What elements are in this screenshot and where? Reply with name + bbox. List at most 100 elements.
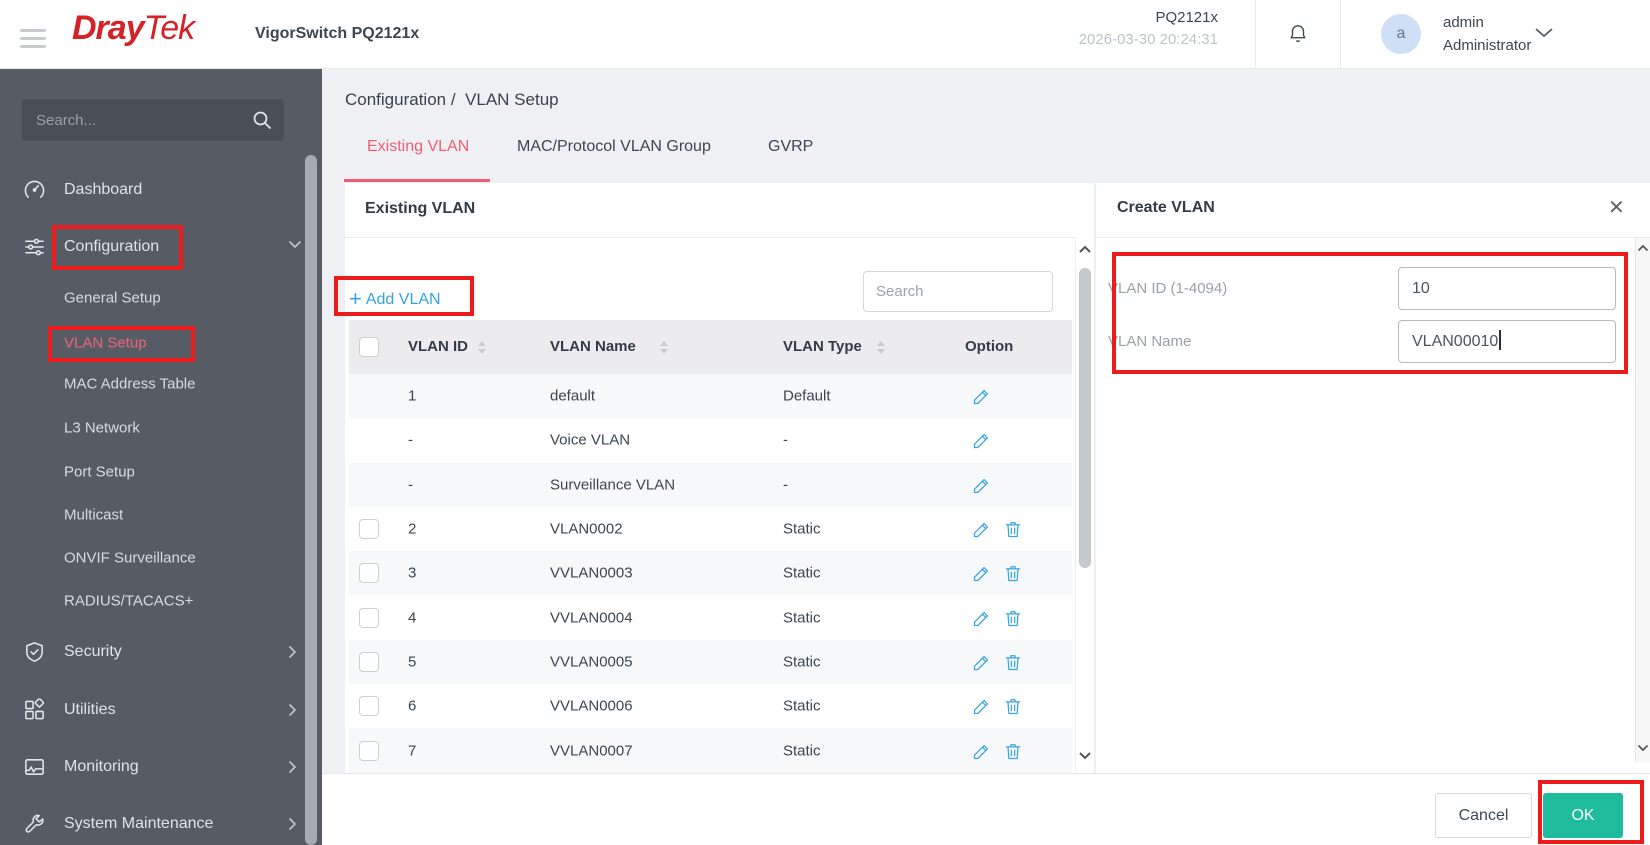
cell-vlan-type: Static — [783, 653, 821, 671]
plus-icon: + — [349, 286, 362, 311]
sort-icon[interactable] — [660, 341, 668, 354]
delete-trash-icon[interactable] — [1003, 741, 1023, 761]
configuration-icon — [23, 236, 46, 259]
column-header-vlan-id[interactable]: VLAN ID — [408, 320, 468, 374]
vlan-name-field[interactable]: VLAN00010 — [1398, 320, 1616, 363]
security-icon — [23, 641, 46, 664]
sidebar-item-security[interactable]: Security — [0, 630, 322, 674]
scroll-up-icon[interactable] — [1637, 244, 1649, 256]
cell-vlan-type: - — [783, 476, 788, 494]
sidebar-search-input[interactable] — [22, 99, 284, 141]
tab-mac-protocol-vlan-group[interactable]: MAC/Protocol VLAN Group — [517, 138, 711, 156]
sidebar-item-dashboard[interactable]: Dashboard — [0, 168, 322, 212]
row-checkbox[interactable] — [359, 696, 379, 717]
delete-trash-icon[interactable] — [1003, 652, 1023, 672]
notification-bell-icon[interactable] — [1287, 22, 1309, 46]
delete-trash-icon[interactable] — [1003, 563, 1023, 583]
sidebar-item-monitoring[interactable]: Monitoring — [0, 745, 322, 789]
sidebar-item-system-maintenance[interactable]: System Maintenance — [0, 802, 322, 845]
cell-vlan-id: - — [408, 476, 413, 494]
cell-vlan-id: 6 — [408, 697, 417, 715]
sidebar-item-port-setup[interactable]: Port Setup — [0, 450, 322, 494]
avatar[interactable]: a — [1381, 14, 1421, 54]
sidebar-item-label: Configuration — [64, 238, 160, 255]
sidebar-item-radius-tacacs-[interactable]: RADIUS/TACACS+ — [0, 579, 322, 623]
cell-vlan-id: 7 — [408, 742, 417, 760]
sidebar-item-l3-network[interactable]: L3 Network — [0, 406, 322, 450]
breadcrumb-section[interactable]: Configuration — [345, 90, 446, 109]
sidebar-item-label: ONVIF Surveillance — [64, 549, 196, 567]
cancel-button[interactable]: Cancel — [1435, 793, 1532, 838]
vlan-name-label: VLAN Name — [1108, 333, 1192, 350]
table-search-input[interactable] — [863, 271, 1053, 312]
column-header-vlan-name[interactable]: VLAN Name — [550, 320, 636, 374]
cell-vlan-name: VVLAN0007 — [550, 742, 633, 760]
vlan-name-value: VLAN00010 — [1412, 333, 1499, 350]
column-header-option: Option — [965, 338, 1014, 355]
edit-pencil-icon[interactable] — [972, 519, 992, 539]
tab-existing-vlan[interactable]: Existing VLAN — [367, 138, 469, 156]
delete-trash-icon[interactable] — [1003, 519, 1023, 539]
ok-button[interactable]: OK — [1543, 793, 1623, 838]
table-row: 6 VVLAN0006 Static — [349, 684, 1072, 728]
table-scrollbar-thumb[interactable] — [1079, 268, 1091, 568]
hamburger-menu-icon[interactable] — [20, 24, 46, 53]
close-icon[interactable]: ✕ — [1608, 195, 1625, 220]
table-row: - Surveillance VLAN - — [349, 462, 1072, 507]
row-checkbox[interactable] — [359, 519, 379, 540]
logo-tek: Tek — [143, 9, 196, 47]
breadcrumb: Configuration / VLAN Setup — [345, 90, 559, 110]
edit-pencil-icon[interactable] — [972, 430, 992, 450]
chevron-right-icon — [288, 645, 302, 659]
table-scrollbar[interactable] — [1075, 237, 1094, 773]
active-tab-underline — [344, 179, 490, 182]
edit-pencil-icon[interactable] — [972, 741, 992, 761]
delete-trash-icon[interactable] — [1003, 608, 1023, 628]
cell-vlan-type: Static — [783, 564, 821, 582]
row-checkbox[interactable] — [359, 607, 379, 628]
sidebar-item-label: Dashboard — [64, 181, 143, 198]
cell-vlan-type: - — [783, 431, 788, 449]
tab-gvrp[interactable]: GVRP — [768, 138, 813, 156]
cell-vlan-type: Static — [783, 609, 821, 627]
sort-icon[interactable] — [478, 341, 486, 354]
cell-vlan-name: VLAN0002 — [550, 520, 623, 538]
sidebar-item-onvif-surveillance[interactable]: ONVIF Surveillance — [0, 536, 322, 580]
table-row: 1 default Default — [349, 374, 1072, 419]
vigorswitch-admin-page: DrayTek VigorSwitch PQ2121x PQ2121x 2026… — [0, 0, 1650, 845]
cell-vlan-type: Static — [783, 520, 821, 538]
drawer-scrollbar[interactable] — [1635, 238, 1650, 762]
select-all-checkbox[interactable] — [359, 337, 379, 357]
scroll-up-icon[interactable] — [1078, 245, 1092, 259]
sidebar-item-mac-address-table[interactable]: MAC Address Table — [0, 362, 322, 406]
sidebar-scrollbar-thumb[interactable] — [305, 155, 317, 845]
sidebar-item-configuration[interactable]: Configuration — [0, 225, 322, 269]
edit-pencil-icon[interactable] — [972, 386, 992, 406]
row-checkbox[interactable] — [359, 651, 379, 672]
add-vlan-button[interactable]: + Add VLAN — [349, 279, 441, 319]
row-checkbox[interactable] — [359, 740, 379, 761]
scroll-down-icon[interactable] — [1078, 751, 1092, 765]
user-menu-chevron-down-icon[interactable] — [1535, 28, 1553, 38]
table-row: 5 VVLAN0005 Static — [349, 639, 1072, 685]
edit-pencil-icon[interactable] — [972, 563, 992, 583]
cell-vlan-type: Static — [783, 697, 821, 715]
cell-vlan-id: 4 — [408, 609, 417, 627]
sidebar-item-utilities[interactable]: Utilities — [0, 688, 322, 732]
row-checkbox[interactable] — [359, 563, 379, 584]
maintenance-icon — [23, 813, 46, 836]
edit-pencil-icon[interactable] — [972, 475, 992, 495]
edit-pencil-icon[interactable] — [972, 696, 992, 716]
vlan-id-field[interactable]: 10 — [1398, 267, 1616, 310]
column-header-vlan-type[interactable]: VLAN Type — [783, 320, 862, 374]
sort-icon[interactable] — [877, 341, 885, 354]
vlan-id-label: VLAN ID (1-4094) — [1108, 280, 1228, 297]
dashboard-icon — [23, 179, 46, 202]
sidebar-item-vlan-setup[interactable]: VLAN Setup — [0, 321, 322, 365]
edit-pencil-icon[interactable] — [972, 608, 992, 628]
sidebar-item-general-setup[interactable]: General Setup — [0, 276, 322, 320]
scroll-down-icon[interactable] — [1637, 744, 1649, 756]
sidebar-item-multicast[interactable]: Multicast — [0, 493, 322, 537]
delete-trash-icon[interactable] — [1003, 696, 1023, 716]
edit-pencil-icon[interactable] — [972, 652, 992, 672]
